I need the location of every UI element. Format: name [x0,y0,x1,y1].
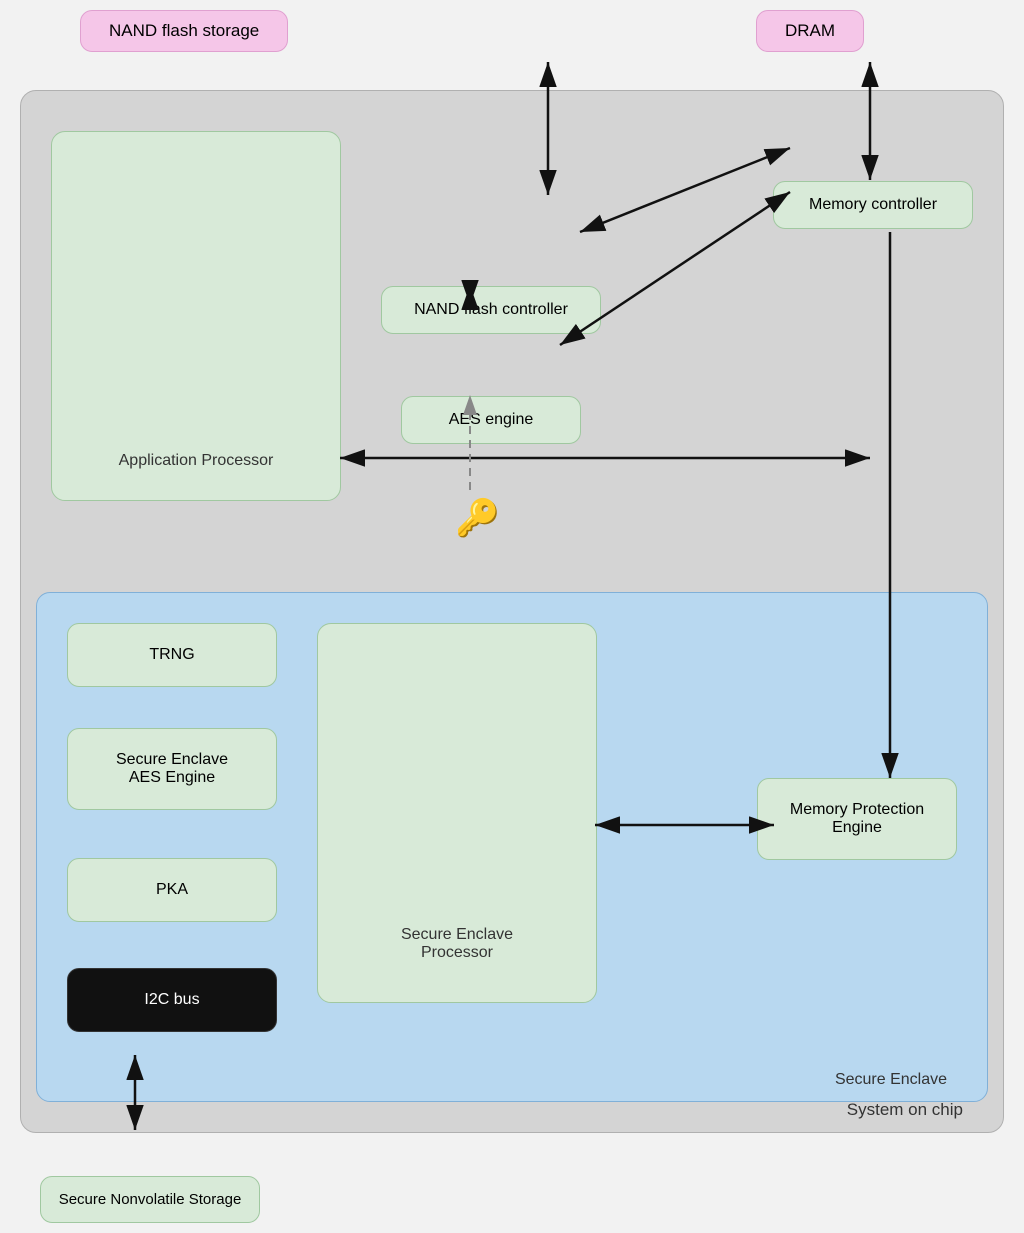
diagram-container: NAND flash storage DRAM System on chip A… [0,0,1024,1233]
aes-engine-label: AES engine [449,411,534,428]
mpe-label: Memory ProtectionEngine [790,801,924,836]
pka-label: PKA [156,881,188,898]
aes-engine-box: AES engine [401,396,581,444]
external-top-row: NAND flash storage DRAM [0,10,1024,52]
memory-controller-label: Memory controller [809,196,937,213]
trng-box: TRNG [67,623,277,687]
nand-flash-controller-box: NAND flash controller [381,286,601,334]
app-processor-label: Application Processor [52,452,340,470]
pka-box: PKA [67,858,277,922]
secure-enclave-container: Secure Enclave TRNG Secure EnclaveAES En… [36,592,988,1102]
se-processor-label: Secure EnclaveProcessor [318,926,596,962]
app-processor-box: Application Processor [51,131,341,501]
i2c-bus-box: I2C bus [67,968,277,1032]
soc-container: System on chip Application Processor NAN… [20,90,1004,1133]
secure-nvs-box: Secure Nonvolatile Storage [40,1176,260,1223]
i2c-bus-label: I2C bus [144,991,199,1008]
secure-enclave-label: Secure Enclave [835,1071,947,1089]
dram-box: DRAM [756,10,864,52]
nand-flash-storage-label: NAND flash storage [109,21,259,40]
soc-label: System on chip [847,1100,963,1120]
secure-nvs-label: Secure Nonvolatile Storage [59,1191,242,1208]
mpe-box: Memory ProtectionEngine [757,778,957,860]
se-processor-box: Secure EnclaveProcessor [317,623,597,1003]
se-aes-engine-box: Secure EnclaveAES Engine [67,728,277,810]
nand-flash-storage-box: NAND flash storage [80,10,288,52]
trng-label: TRNG [149,646,194,663]
se-aes-engine-label: Secure EnclaveAES Engine [116,751,228,786]
nand-flash-controller-label: NAND flash controller [414,301,568,318]
dram-label: DRAM [785,21,835,40]
memory-controller-box: Memory controller [773,181,973,229]
